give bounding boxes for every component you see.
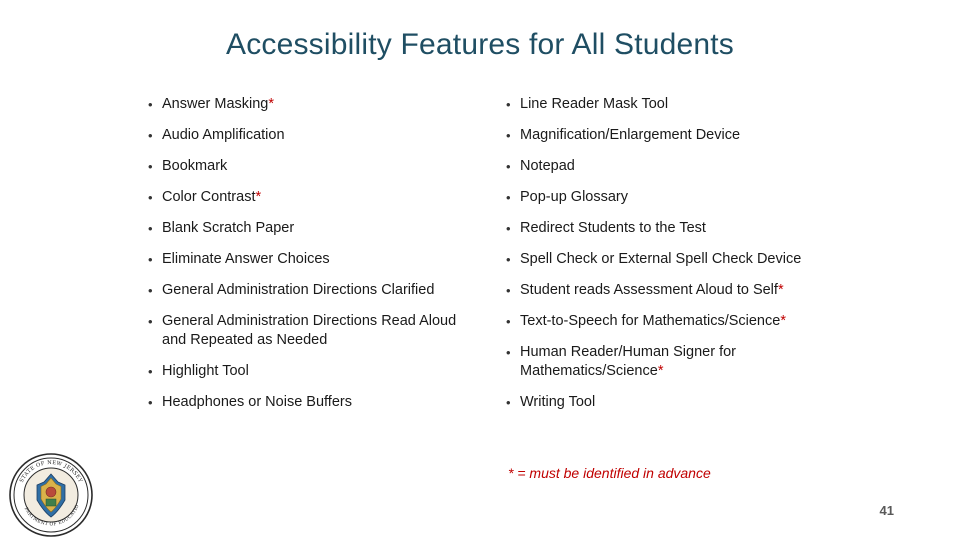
list-item: • Color Contrast* xyxy=(148,188,474,207)
bullet-dot-icon: • xyxy=(506,190,511,205)
list-item: • Highlight Tool xyxy=(148,362,474,381)
page-title: Accessibility Features for All Students xyxy=(225,28,734,61)
slide: Accessibility Features for All Students … xyxy=(0,0,960,540)
list-item: • Magnification/Enlargement Device xyxy=(506,126,828,145)
list-item-label: Pop-up Glossary xyxy=(520,189,628,205)
advance-identification-star: * xyxy=(255,189,262,205)
list-item-label: Line Reader Mask Tool xyxy=(520,96,669,112)
list-item-label: Spell Check or External Spell Check Devi… xyxy=(520,251,802,267)
list-item: • Notepad xyxy=(506,157,828,176)
advance-identification-star: * xyxy=(780,313,786,329)
bullet-dot-icon: • xyxy=(506,345,511,360)
list-item: • Redirect Students to the Test xyxy=(506,219,828,238)
left-bullet-column: • Answer Masking* • Audio Amplification • Boo… xyxy=(148,95,488,424)
list-item: • Blank Scratch Paper xyxy=(148,219,474,238)
bullet-dot-icon: • xyxy=(506,97,511,112)
list-item: • Answer Masking* xyxy=(148,95,474,114)
list-item: • Student reads Assessment Aloud to Self* xyxy=(506,281,828,300)
list-item-label: Eliminate Answer Choices xyxy=(162,251,330,267)
bullet-dot-icon: • xyxy=(148,190,153,205)
list-item: • Bookmark xyxy=(148,157,474,176)
list-item-label: General Administration Directions Clarif… xyxy=(162,282,435,298)
advance-identification-star: * xyxy=(268,96,275,112)
footnote: * = must be identified in advance xyxy=(508,465,711,481)
list-item: • Writing Tool xyxy=(506,393,828,412)
bullet-dot-icon: • xyxy=(148,283,153,298)
list-item-label: Student reads Assessment Aloud to Self* xyxy=(520,282,784,298)
list-item-label: Highlight Tool xyxy=(162,363,249,379)
nj-department-of-education-seal-icon: STATE OF NEW JERSEY DEPARTMENT OF EDUCAT… xyxy=(8,452,94,538)
list-item-label: Bookmark xyxy=(162,158,228,174)
list-item-label: Human Reader/Human Signer for Mathematic… xyxy=(520,344,736,379)
list-item: • Text-to-Speech for Mathematics/Science* xyxy=(506,312,828,331)
bullet-dot-icon: • xyxy=(506,314,511,329)
list-item: • Eliminate Answer Choices xyxy=(148,250,474,269)
bullet-dot-icon: • xyxy=(506,128,511,143)
list-item-label: Headphones or Noise Buffers xyxy=(162,394,352,410)
bullet-dot-icon: • xyxy=(506,395,511,410)
list-item: • Spell Check or External Spell Check Dev… xyxy=(506,250,828,269)
page-number: 41 xyxy=(879,503,894,518)
list-item-label: Magnification/Enlargement Device xyxy=(520,127,741,143)
bullet-dot-icon: • xyxy=(148,159,153,174)
list-item-label: Writing Tool xyxy=(520,394,596,410)
bullet-dot-icon: • xyxy=(148,128,153,143)
bullet-dot-icon: • xyxy=(148,97,153,112)
list-item: • General Administration Directions Read … xyxy=(148,312,474,350)
list-item-label: General Administration Directions Read A… xyxy=(162,313,457,348)
list-item-label: Text-to-Speech for Mathematics/Science* xyxy=(520,313,786,329)
list-item-label: Notepad xyxy=(520,158,575,174)
footnote-text: = must be identified in advance xyxy=(513,465,711,481)
list-item: • Human Reader/Human Signer for Mathemati… xyxy=(506,343,828,381)
list-item-label: Answer Masking* xyxy=(162,96,275,112)
list-item: • General Administration Directions Clari… xyxy=(148,281,474,300)
right-bullet-column: • Line Reader Mask Tool • Magnification/Enl… xyxy=(488,95,828,424)
bullet-dot-icon: • xyxy=(506,283,511,298)
list-item: • Line Reader Mask Tool xyxy=(506,95,828,114)
bullet-dot-icon: • xyxy=(148,364,153,379)
advance-identification-star: * xyxy=(777,282,784,298)
bullet-dot-icon: • xyxy=(506,159,511,174)
list-item: • Pop-up Glossary xyxy=(506,188,828,207)
bullet-dot-icon: • xyxy=(148,395,153,410)
bullet-dot-icon: • xyxy=(506,252,511,267)
list-item-label: Audio Amplification xyxy=(162,127,285,143)
list-item: • Headphones or Noise Buffers xyxy=(148,393,474,412)
bullet-columns: • Answer Masking* • Audio Amplification • Boo… xyxy=(148,95,868,424)
advance-identification-star: * xyxy=(657,363,664,379)
list-item-label: Redirect Students to the Test xyxy=(520,220,706,236)
list-item: • Audio Amplification xyxy=(148,126,474,145)
list-item-label: Color Contrast* xyxy=(162,189,262,205)
bullet-dot-icon: • xyxy=(148,221,153,236)
bullet-dot-icon: • xyxy=(148,252,153,267)
bullet-dot-icon: • xyxy=(506,221,511,236)
bullet-dot-icon: • xyxy=(148,314,153,329)
list-item-label: Blank Scratch Paper xyxy=(162,220,295,236)
